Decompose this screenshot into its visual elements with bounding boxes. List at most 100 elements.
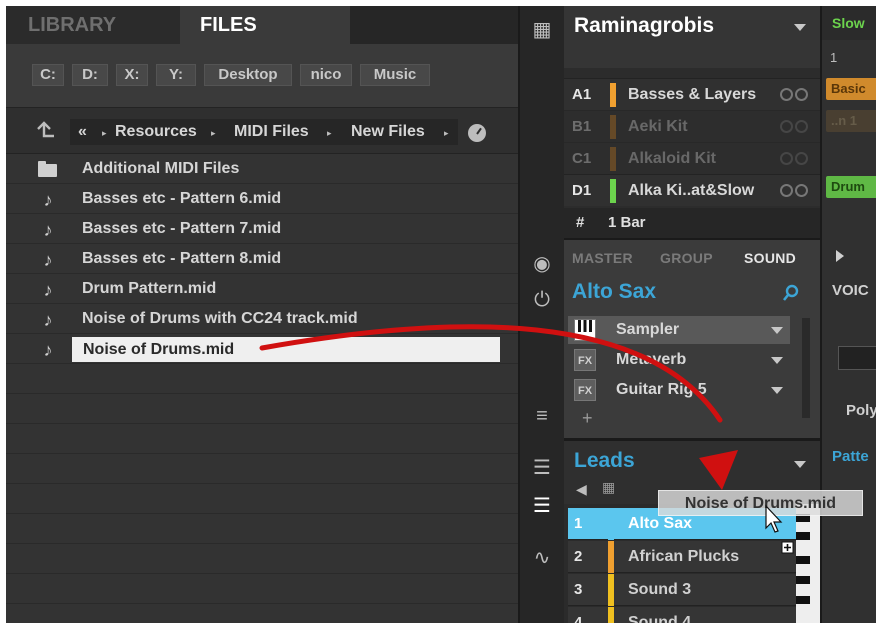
add-plugin-button[interactable]: +: [582, 408, 593, 429]
slot-color: [610, 115, 616, 139]
empty-row: [6, 424, 518, 454]
tab-master[interactable]: MASTER: [572, 250, 633, 266]
drive-bar: C: D: X: Y: Desktop nico Music: [6, 44, 518, 108]
tab-group[interactable]: GROUP: [660, 250, 713, 266]
channel-panel: MASTER GROUP SOUND Alto Sax Sampler FX M…: [564, 238, 820, 438]
breadcrumb-back-button[interactable]: «: [78, 119, 87, 145]
slot-label: B1: [572, 118, 592, 135]
voice-control[interactable]: [838, 346, 876, 370]
file-name: Noise of Drums with CC24 track.mid: [82, 310, 358, 327]
list-item[interactable]: ♪ Basses etc - Pattern 6.mid: [6, 184, 518, 214]
piano-keyboard[interactable]: [796, 504, 820, 623]
slot-name: Aeki Kit: [628, 118, 688, 135]
grid-icon: #: [576, 214, 585, 231]
list-item[interactable]: Additional MIDI Files: [6, 154, 518, 184]
scene-label[interactable]: Slow: [822, 6, 876, 40]
plugin-name: Sampler: [616, 321, 680, 338]
chevron-down-icon[interactable]: [771, 357, 783, 364]
grid-icon[interactable]: ▦: [602, 479, 615, 496]
plugin-slot-metaverb[interactable]: FX Metaverb: [568, 346, 790, 374]
list-item[interactable]: ♪ Basses etc - Pattern 8.mid: [6, 244, 518, 274]
drive-y-button[interactable]: Y:: [156, 64, 196, 86]
midi-note-icon: ♪: [43, 250, 53, 270]
file-name: Additional MIDI Files: [82, 160, 240, 177]
plug-icon[interactable]: ⏻: [530, 288, 554, 312]
group-slot-d1[interactable]: D1 Alka Ki..at&Slow: [564, 174, 820, 206]
group-slot-b1[interactable]: B1 Aeki Kit: [564, 110, 820, 142]
sound-name[interactable]: Alto Sax: [572, 280, 656, 304]
file-name: Noise of Drums.mid: [72, 337, 500, 362]
list-view-icon[interactable]: ☰: [530, 494, 554, 518]
file-list: Additional MIDI Files ♪ Basses etc - Pat…: [6, 154, 518, 623]
list-item[interactable]: ♪ Noise of Drums with CC24 track.mid: [6, 304, 518, 334]
group-slot-c1[interactable]: C1 Alkaloid Kit: [564, 142, 820, 174]
clip-basic[interactable]: Basic: [826, 78, 876, 100]
history-icon[interactable]: [468, 124, 486, 142]
list-item[interactable]: ♪ Drum Pattern.mid: [6, 274, 518, 304]
bar-number: 1: [830, 50, 838, 65]
path-bar: « ▸ Resources ▸ MIDI Files ▸ New Files ▸: [6, 108, 518, 154]
side-icon-strip: ▦ ◉ ⏻ ≡ ☰ ☰ ∿: [518, 6, 564, 623]
midi-note-icon: ♪: [43, 220, 53, 240]
slot-controls: [778, 184, 812, 198]
midi-note-icon: ♪: [43, 190, 53, 210]
drive-x-button[interactable]: X:: [116, 64, 148, 86]
music-button[interactable]: Music: [360, 64, 430, 86]
scrollbar[interactable]: [802, 318, 810, 418]
drive-d-button[interactable]: D:: [72, 64, 108, 86]
waveform-icon[interactable]: ∿: [530, 546, 554, 570]
plugin-slot-guitar-rig[interactable]: FX Guitar Rig 5: [568, 376, 790, 404]
group-title[interactable]: Raminagrobis: [574, 14, 714, 38]
list-item[interactable]: ♪ Basses etc - Pattern 7.mid: [6, 214, 518, 244]
empty-row: [6, 454, 518, 484]
drive-c-button[interactable]: C:: [32, 64, 64, 86]
plugin-slot-sampler[interactable]: Sampler: [568, 316, 790, 344]
group-slot-a1[interactable]: A1 Basses & Layers: [564, 78, 820, 110]
slot-name: Alka Ki..at&Slow: [628, 182, 755, 199]
folder-icon: [38, 161, 57, 177]
breadcrumb-resources[interactable]: Resources: [115, 119, 197, 145]
pattern-length-row[interactable]: # 1 Bar: [564, 208, 820, 238]
file-name: Basses etc - Pattern 8.mid: [82, 250, 282, 267]
file-name: Drum Pattern.mid: [82, 280, 217, 297]
breadcrumb-midi-files[interactable]: MIDI Files: [234, 119, 309, 145]
clip-dim[interactable]: ..n 1: [826, 110, 876, 132]
empty-row: [6, 484, 518, 514]
sound-row-3[interactable]: 3 Sound 3: [568, 574, 796, 606]
poly-label: Poly: [846, 402, 876, 419]
speaker-icon[interactable]: ◀: [576, 481, 587, 498]
list-item-selected[interactable]: ♪ Noise of Drums.mid: [6, 334, 518, 364]
sound-row-4[interactable]: 4 Sound 4: [568, 607, 796, 623]
pattern-grid-icon[interactable]: ☰: [530, 456, 554, 480]
slot-label: A1: [572, 86, 592, 103]
tab-library[interactable]: LIBRARY: [6, 6, 180, 44]
chevron-down-icon[interactable]: [794, 24, 806, 31]
chevron-down-icon[interactable]: [771, 387, 783, 394]
empty-row: [6, 394, 518, 424]
pattern-label[interactable]: Patte: [832, 448, 869, 465]
tab-files[interactable]: FILES: [180, 6, 350, 44]
arranger-panel: Slow 1 Basic ..n 1 Drum VOIC Poly Patte: [820, 6, 876, 623]
breadcrumb-new-files[interactable]: New Files: [351, 119, 425, 145]
sound-color: [608, 607, 614, 623]
sound-name: Sound 3: [628, 581, 692, 598]
collapse-icon[interactable]: ≡: [530, 404, 554, 428]
sound-name: Sound 4: [628, 614, 692, 623]
browser-panel: LIBRARY FILES C: D: X: Y: Desktop nico M…: [6, 6, 518, 623]
desktop-button[interactable]: Desktop: [204, 64, 292, 86]
slot-name: Basses & Layers: [628, 86, 757, 103]
search-icon[interactable]: [782, 284, 800, 302]
audio-icon[interactable]: ◉: [530, 252, 554, 276]
clip-drum[interactable]: Drum: [826, 176, 876, 198]
sound-color: [608, 508, 614, 540]
pattern-length-label: 1 Bar: [608, 214, 646, 231]
group-name[interactable]: Leads: [574, 449, 635, 473]
browser-tabs: LIBRARY FILES: [6, 6, 518, 44]
play-icon[interactable]: [836, 250, 844, 262]
tab-sound[interactable]: SOUND: [744, 250, 796, 266]
chevron-down-icon[interactable]: [771, 327, 783, 334]
arranger-icon[interactable]: ▦: [530, 18, 554, 42]
chevron-down-icon[interactable]: [794, 461, 806, 468]
nico-button[interactable]: nico: [300, 64, 352, 86]
parent-folder-icon[interactable]: [34, 119, 56, 143]
